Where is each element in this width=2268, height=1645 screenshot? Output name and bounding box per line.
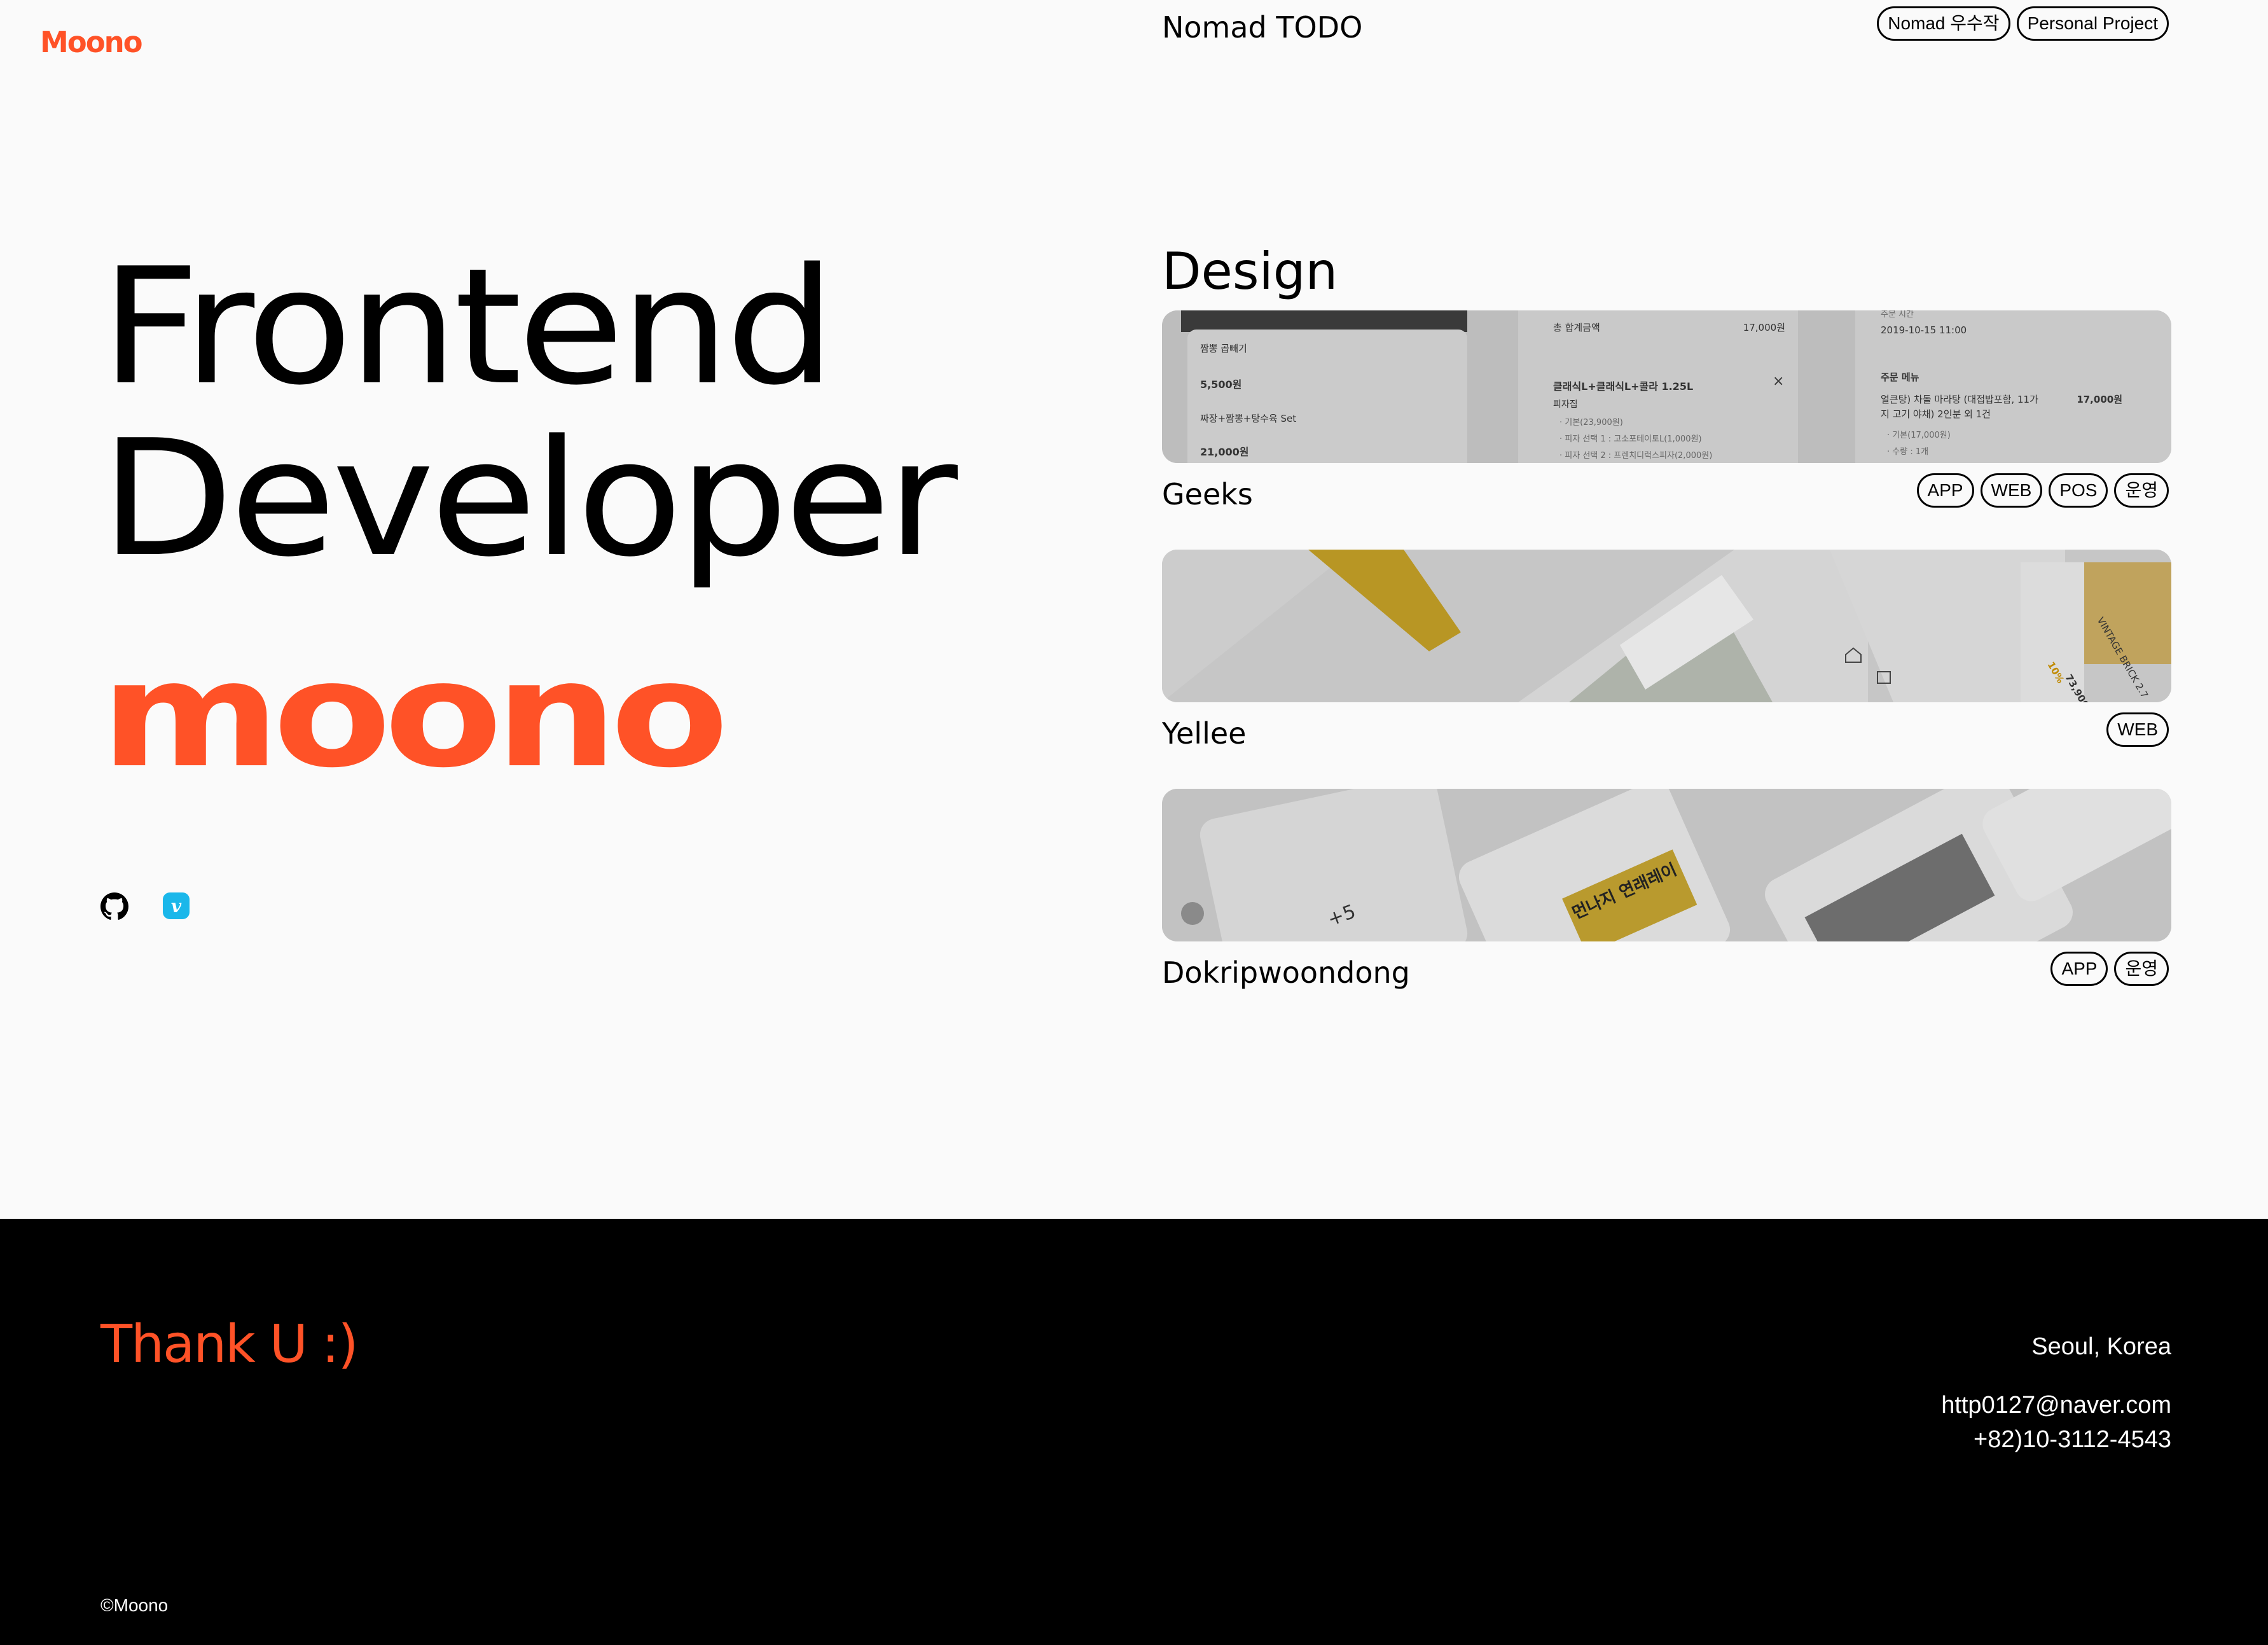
hero-title: Frontend Developer [100, 242, 958, 585]
tag-operation: 운영 [2114, 952, 2169, 986]
geeks-order-time: 2019-10-15 11:00 [1881, 324, 1967, 336]
tag-app: APP [1916, 473, 1974, 508]
hero-name: moono [100, 630, 729, 800]
email-link[interactable]: http0127@naver.com [1941, 1392, 2171, 1419]
tag-app: APP [2050, 952, 2108, 986]
geeks-order-opt-2: · 수량 : 1개 [1887, 447, 1928, 457]
design-section-title: Design [1162, 242, 1338, 301]
tag-web: WEB [2106, 712, 2169, 747]
tag-badge: Personal Project [2016, 6, 2169, 41]
geeks-order-opt-1: · 기본(17,000원) [1887, 431, 1951, 440]
project-tags-dokripwoondong: APP 운영 [2050, 952, 2169, 986]
project-title-yellee[interactable]: Yellee [1162, 716, 1246, 751]
geeks-order-price: 17,000원 [2077, 394, 2122, 405]
github-icon[interactable] [100, 892, 128, 924]
tag-web: WEB [1980, 473, 2043, 508]
thank-you-text: Thank U :) [100, 1314, 359, 1375]
close-icon: × [1773, 373, 1784, 389]
svg-text:v: v [171, 896, 182, 917]
tag-badge: Nomad 우수작 [1877, 6, 2010, 41]
geeks-price-1: 5,500원 [1200, 378, 1241, 391]
logo[interactable]: Moono [40, 25, 143, 59]
copyright-text: ©Moono [100, 1595, 169, 1615]
project-title-dokripwoondong[interactable]: Dokripwoondong [1162, 955, 1410, 990]
geeks-order-item: 클래식L+클래식L+콜라 1.25L [1553, 380, 1693, 392]
project-thumbnail-geeks[interactable]: 짬뽕 곱빼기 5,500원 짜장+짬뽕+탕수육 Set 21,000원 총 합계… [1162, 310, 2171, 463]
project-thumbnail-yellee[interactable]: VINTAGE BRICK 2.7 73,900 10% [1162, 550, 2171, 702]
footer: Thank U :) Seoul, Korea http0127@naver.c… [0, 1219, 2268, 1645]
geeks-option-2: · 피자 선택 1 : 고소포테이토L(1,000원) [1559, 434, 1702, 444]
geeks-order-desc-1: 얼큰탕) 차돌 마라탕 (대접밥포함, 11가 [1881, 394, 2038, 405]
vimeo-icon[interactable]: v [163, 892, 190, 922]
geeks-menu-name: 짬뽕 곱빼기 [1200, 343, 1247, 354]
featured-project-tags: Nomad 우수작 Personal Project [1877, 6, 2169, 41]
project-tags-geeks: APP WEB POS 운영 [1916, 473, 2169, 508]
geeks-order-time-label: 주문 시간 [1881, 310, 1914, 319]
project-tags-yellee: WEB [2106, 712, 2169, 747]
geeks-order-menu-label: 주문 메뉴 [1881, 371, 1919, 383]
geeks-order-desc-2: 지 고기 야채) 2인분 외 1건 [1881, 408, 1991, 420]
project-thumbnail-dokripwoondong[interactable]: +5 먼나지 연래레이 [1162, 789, 2171, 941]
geeks-shop: 피자집 [1553, 399, 1578, 410]
featured-project-title[interactable]: Nomad TODO [1162, 10, 1362, 45]
tag-pos: POS [2049, 473, 2108, 508]
tag-operation: 운영 [2114, 473, 2169, 508]
geeks-option-3: · 피자 선택 2 : 프렌치디럭스피자(2,000원) [1559, 451, 1712, 461]
project-title-geeks[interactable]: Geeks [1162, 477, 1253, 511]
geeks-price-2: 21,000원 [1200, 446, 1248, 458]
location-text: Seoul, Korea [2031, 1333, 2171, 1360]
geeks-total-value: 17,000원 [1743, 322, 1785, 333]
hero-line-2: Developer [100, 406, 958, 592]
hero-line-1: Frontend [100, 234, 836, 420]
phone-link[interactable]: +82)10-3112-4543 [1974, 1426, 2171, 1454]
geeks-set-name: 짜장+짬뽕+탕수육 Set [1200, 413, 1296, 424]
geeks-option-1: · 기본(23,900원) [1559, 418, 1623, 427]
geeks-total-label: 총 합계금액 [1553, 322, 1600, 333]
